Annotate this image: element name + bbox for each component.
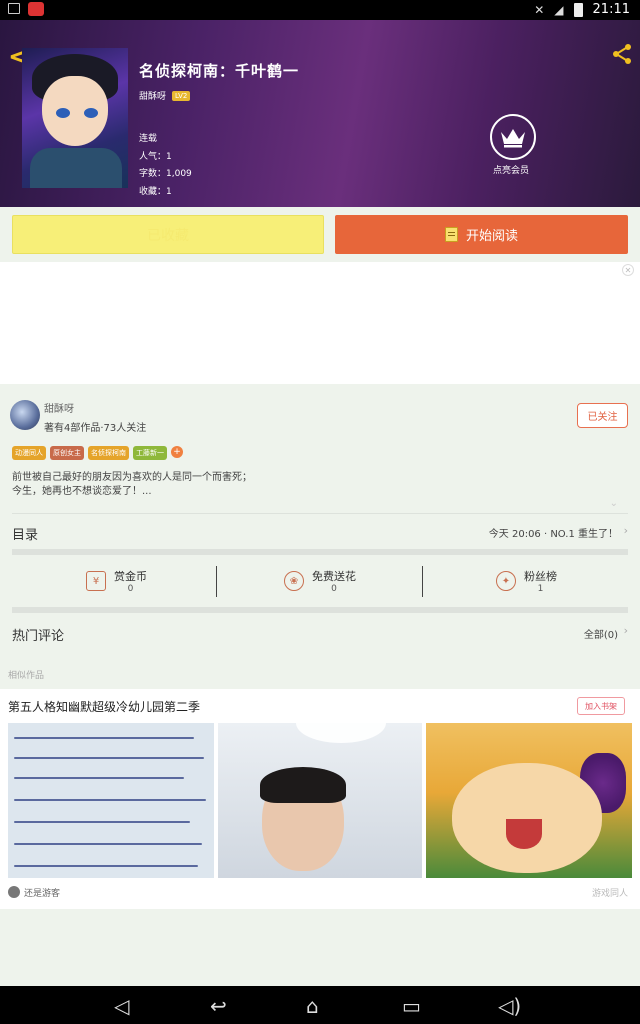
- start-reading-label: 开始阅读: [465, 229, 518, 244]
- book-title: 名侦探柯南：千叶鹤一: [139, 62, 300, 80]
- similar-works-label: 相似作品: [8, 671, 45, 681]
- hot-comments-title[interactable]: 热门评论: [12, 625, 64, 644]
- chevron-right-icon[interactable]: ›: [624, 624, 628, 637]
- add-to-shelf-button[interactable]: 加入书架: [577, 697, 625, 715]
- catalog-title[interactable]: 目录: [12, 524, 38, 543]
- chevron-right-icon[interactable]: ›: [624, 524, 628, 537]
- coin-icon: ¥: [86, 571, 106, 591]
- mute-icon: ✕: [534, 2, 545, 17]
- divider: [12, 513, 628, 514]
- tag-item[interactable]: 原创女主: [50, 446, 84, 460]
- tag-item[interactable]: 动漫同人: [12, 446, 46, 460]
- similar-work-user[interactable]: 还是游客: [24, 886, 60, 899]
- level-badge: LV2: [172, 90, 191, 101]
- book-icon: [444, 227, 458, 242]
- ad-banner: [0, 262, 640, 384]
- wifi-icon: ◢: [554, 2, 564, 17]
- battery-icon: [573, 2, 583, 17]
- app-notification-icon: [28, 2, 44, 16]
- section-divider: [12, 549, 628, 555]
- similar-work-title[interactable]: 第五人格知幽默超级冷幼儿园第二季: [8, 698, 200, 715]
- similar-thumbnail[interactable]: [426, 723, 632, 878]
- vip-label: 点亮会员: [493, 166, 530, 176]
- catalog-latest[interactable]: 今天 20:06 · NO.1 重生了！: [489, 525, 618, 540]
- divider: [216, 566, 217, 597]
- reward-coin-button[interactable]: ¥ 赏金币 0: [86, 568, 147, 594]
- gallery-notification-icon: [8, 3, 20, 14]
- add-tag-button[interactable]: +: [171, 446, 183, 458]
- author-stats: 著有4部作品·73人关注: [44, 423, 147, 434]
- user-avatar-icon: [8, 886, 20, 898]
- author-name[interactable]: 甜酥呀: [44, 400, 74, 415]
- volume-up-icon[interactable]: ◁): [498, 994, 521, 1018]
- volume-down-icon[interactable]: ◁: [114, 994, 129, 1018]
- book-popularity: 人气：1: [139, 152, 172, 162]
- section-divider: [12, 607, 628, 613]
- expand-icon[interactable]: ⌄: [610, 498, 618, 509]
- collect-button[interactable]: 已收藏: [12, 215, 324, 254]
- follow-button[interactable]: 已关注: [577, 403, 628, 428]
- crown-icon: [501, 129, 525, 148]
- home-nav-icon[interactable]: ⌂: [306, 994, 319, 1018]
- tag-list: 动漫同人 原创女主 名侦探柯南 工藤新一 +: [12, 446, 183, 460]
- book-word-count: 字数：1,009: [139, 169, 192, 179]
- similar-work-category: 游戏同人: [591, 889, 628, 899]
- recents-nav-icon[interactable]: ▭: [402, 994, 421, 1018]
- start-reading-button[interactable]: 开始阅读: [335, 215, 628, 254]
- status-time: 21:11: [592, 2, 630, 17]
- system-nav-bar: ◁ ↩ ⌂ ▭ ◁): [0, 986, 640, 1024]
- vip-button[interactable]: [490, 114, 536, 160]
- similar-thumbnail[interactable]: [8, 723, 214, 878]
- book-cover: [22, 48, 128, 188]
- avatar[interactable]: [10, 400, 40, 430]
- fan-ranking-button[interactable]: ✦ 粉丝榜 1: [496, 568, 557, 594]
- medal-icon: ✦: [496, 571, 516, 591]
- flower-icon: ❀: [284, 571, 304, 591]
- send-flower-button[interactable]: ❀ 免费送花 0: [284, 568, 356, 594]
- tag-item[interactable]: 工藤新一: [133, 446, 167, 460]
- all-comments-link[interactable]: 全部(0): [584, 626, 618, 641]
- book-favorites: 收藏：1: [139, 187, 172, 197]
- divider: [422, 566, 423, 597]
- similar-thumbnail[interactable]: [218, 723, 422, 878]
- status-bar: ✕ ◢ 21:11: [0, 0, 640, 20]
- book-status: 连载: [139, 134, 158, 144]
- back-nav-icon[interactable]: ↩: [210, 994, 227, 1018]
- book-author[interactable]: 甜酥呀: [139, 89, 166, 102]
- tag-item[interactable]: 名侦探柯南: [88, 446, 129, 460]
- close-ad-icon[interactable]: ✕: [622, 264, 634, 276]
- share-icon[interactable]: [610, 42, 634, 66]
- book-description[interactable]: 前世被自己最好的朋友因为喜欢的人是同一个而害死； 今生，她再也不想谈恋爱了！..…: [12, 471, 612, 499]
